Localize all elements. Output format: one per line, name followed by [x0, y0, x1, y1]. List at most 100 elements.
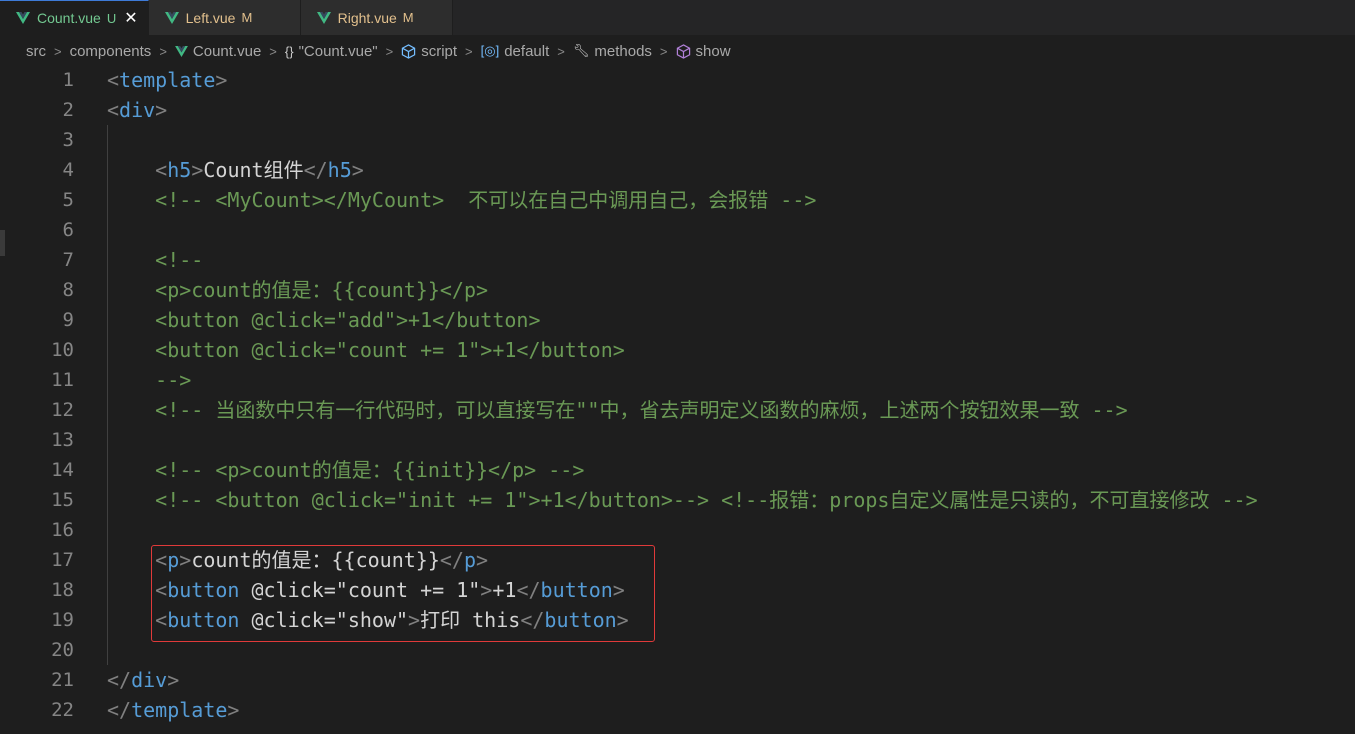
token-cm: --> [155, 368, 192, 392]
breadcrumb-module[interactable]: {} "Count.vue" [285, 43, 378, 60]
tab-label: Count.vue [37, 10, 101, 26]
chevron-right-icon: > [269, 43, 277, 59]
token-br: > [215, 68, 228, 92]
wrench-icon: 🔧︎ [572, 43, 590, 58]
code-line[interactable]: 4 <h5>Count组件</h5> [0, 155, 1355, 185]
token-tag: template [119, 68, 216, 92]
code-line[interactable]: 3 [0, 125, 1355, 155]
breadcrumb-src[interactable]: src [26, 43, 46, 60]
code-line[interactable]: 8 <p>count的值是：{{count}}</p> [0, 275, 1355, 305]
tab-right-vue[interactable]: Right.vue M [300, 0, 453, 35]
code-text: <!-- <MyCount></MyCount> 不可以在自己中调用自己，会报错… [107, 185, 816, 215]
code-line[interactable]: 12 <!-- 当函数中只有一行代码时，可以直接写在""中，省去声明定义函数的麻… [0, 395, 1355, 425]
braces-icon: {} [284, 43, 294, 59]
token-cm: <button @click="add">+1</button> [155, 308, 541, 332]
code-text: <h5>Count组件</h5> [107, 155, 364, 185]
token-cm: <button @click="count += 1">+1</button> [155, 338, 625, 362]
chevron-right-icon: > [385, 43, 394, 59]
line-number: 9 [62, 309, 74, 331]
token-tag: button [544, 608, 617, 632]
code-line[interactable]: 7 <!-- [0, 245, 1355, 275]
token-br: < [107, 98, 120, 122]
code-line[interactable]: 22 </template> [0, 695, 1355, 725]
code-text: <button @click="show">打印 this</button> [107, 605, 629, 635]
code-text: <!-- <p>count的值是：{{init}}</p> --> [107, 455, 584, 485]
token-tag: button [167, 608, 240, 632]
token-tag: div [119, 98, 156, 122]
breadcrumb-file[interactable]: Count.vue [174, 43, 261, 60]
git-status-badge: M [241, 10, 253, 25]
code-line[interactable]: 19 <button @click="show">打印 this</button… [0, 605, 1355, 635]
token-tag: div [131, 668, 168, 692]
line-number: 8 [62, 279, 74, 301]
code-text: <button @click="count += 1">+1</button> [107, 335, 625, 365]
line-number: 7 [62, 249, 74, 271]
token-br: </ [303, 158, 328, 182]
vue-file-icon [316, 11, 331, 24]
code-line[interactable]: 1 <template> [0, 65, 1355, 95]
token-br: </ [107, 668, 132, 692]
token-txt: @click= [239, 608, 336, 632]
code-line[interactable]: 17 <p>count的值是：{{count}}</p> [0, 545, 1355, 575]
token-tag: template [131, 698, 228, 722]
breadcrumb-script[interactable]: script [401, 43, 457, 60]
token-tag: h5 [327, 158, 352, 182]
vue-file-icon [164, 11, 179, 24]
token-br: </ [516, 578, 541, 602]
line-number: 10 [51, 339, 74, 361]
token-br: > [227, 698, 240, 722]
token-cm: <!-- [155, 248, 204, 272]
token-br: < [155, 158, 168, 182]
breadcrumb-show[interactable]: show [676, 43, 731, 60]
code-text: <button @click="count += 1">+1</button> [107, 575, 625, 605]
token-cm: <!-- 当函数中只有一行代码时，可以直接写在""中，省去声明定义函数的麻烦，上… [155, 398, 1128, 422]
close-icon[interactable]: ✕ [124, 8, 137, 28]
code-line[interactable]: 10 <button @click="count += 1">+1</butto… [0, 335, 1355, 365]
code-line[interactable]: 16 [0, 515, 1355, 545]
tab-bar-empty-area [452, 0, 1355, 35]
code-line[interactable]: 9 <button @click="add">+1</button> [0, 305, 1355, 335]
code-line[interactable]: 6 [0, 215, 1355, 245]
line-number: 21 [51, 669, 74, 691]
token-txt: "count += 1" [335, 578, 481, 602]
token-cm: <!-- <button @click="init += 1">+1</butt… [155, 488, 1258, 512]
token-txt: 打印 this [420, 608, 521, 632]
tab-left-vue[interactable]: Left.vue M [148, 0, 301, 35]
token-tag: button [540, 578, 613, 602]
code-line[interactable]: 2 <div> [0, 95, 1355, 125]
code-line[interactable]: 21 </div> [0, 665, 1355, 695]
chevron-right-icon: > [465, 43, 473, 59]
breadcrumb-components[interactable]: components [70, 43, 152, 60]
breadcrumb-default[interactable]: [◎] default [481, 43, 550, 60]
tab-label: Right.vue [337, 9, 397, 26]
code-line[interactable]: 13 [0, 425, 1355, 455]
code-editor[interactable]: 1 <template> 2 <div> 3 4 <h5>Count组件</h5> 5 <!… [0, 65, 1355, 734]
line-number: 6 [62, 219, 74, 241]
code-line[interactable]: 18 <button @click="count += 1">+1</butto… [0, 575, 1355, 605]
line-number: 4 [62, 159, 74, 181]
code-line[interactable]: 20 [0, 635, 1355, 665]
code-line[interactable]: 5 <!-- <MyCount></MyCount> 不可以在自己中调用自己，会… [0, 185, 1355, 215]
line-number: 15 [51, 489, 74, 511]
line-number: 5 [62, 189, 74, 211]
line-number: 17 [51, 549, 74, 571]
code-line[interactable]: 11 --> [0, 365, 1355, 395]
line-number: 19 [51, 609, 74, 631]
tab-count-vue[interactable]: Count.vue U ✕ [0, 0, 149, 35]
token-txt: Count组件 [203, 158, 304, 182]
code-line[interactable]: 15 <!-- <button @click="init += 1">+1</b… [0, 485, 1355, 515]
token-br: < [155, 578, 168, 602]
line-number: 1 [62, 69, 74, 91]
token-br: > [155, 98, 168, 122]
breadcrumb-methods[interactable]: 🔧︎ methods [573, 43, 652, 60]
code-text: <!-- 当函数中只有一行代码时，可以直接写在""中，省去声明定义函数的麻烦，上… [107, 395, 1128, 425]
token-tag: p [463, 548, 477, 572]
code-line[interactable]: 14 <!-- <p>count的值是：{{init}}</p> --> [0, 455, 1355, 485]
token-br: > [408, 608, 421, 632]
code-text: </template> [107, 695, 239, 725]
code-text: <button @click="add">+1</button> [107, 305, 540, 335]
